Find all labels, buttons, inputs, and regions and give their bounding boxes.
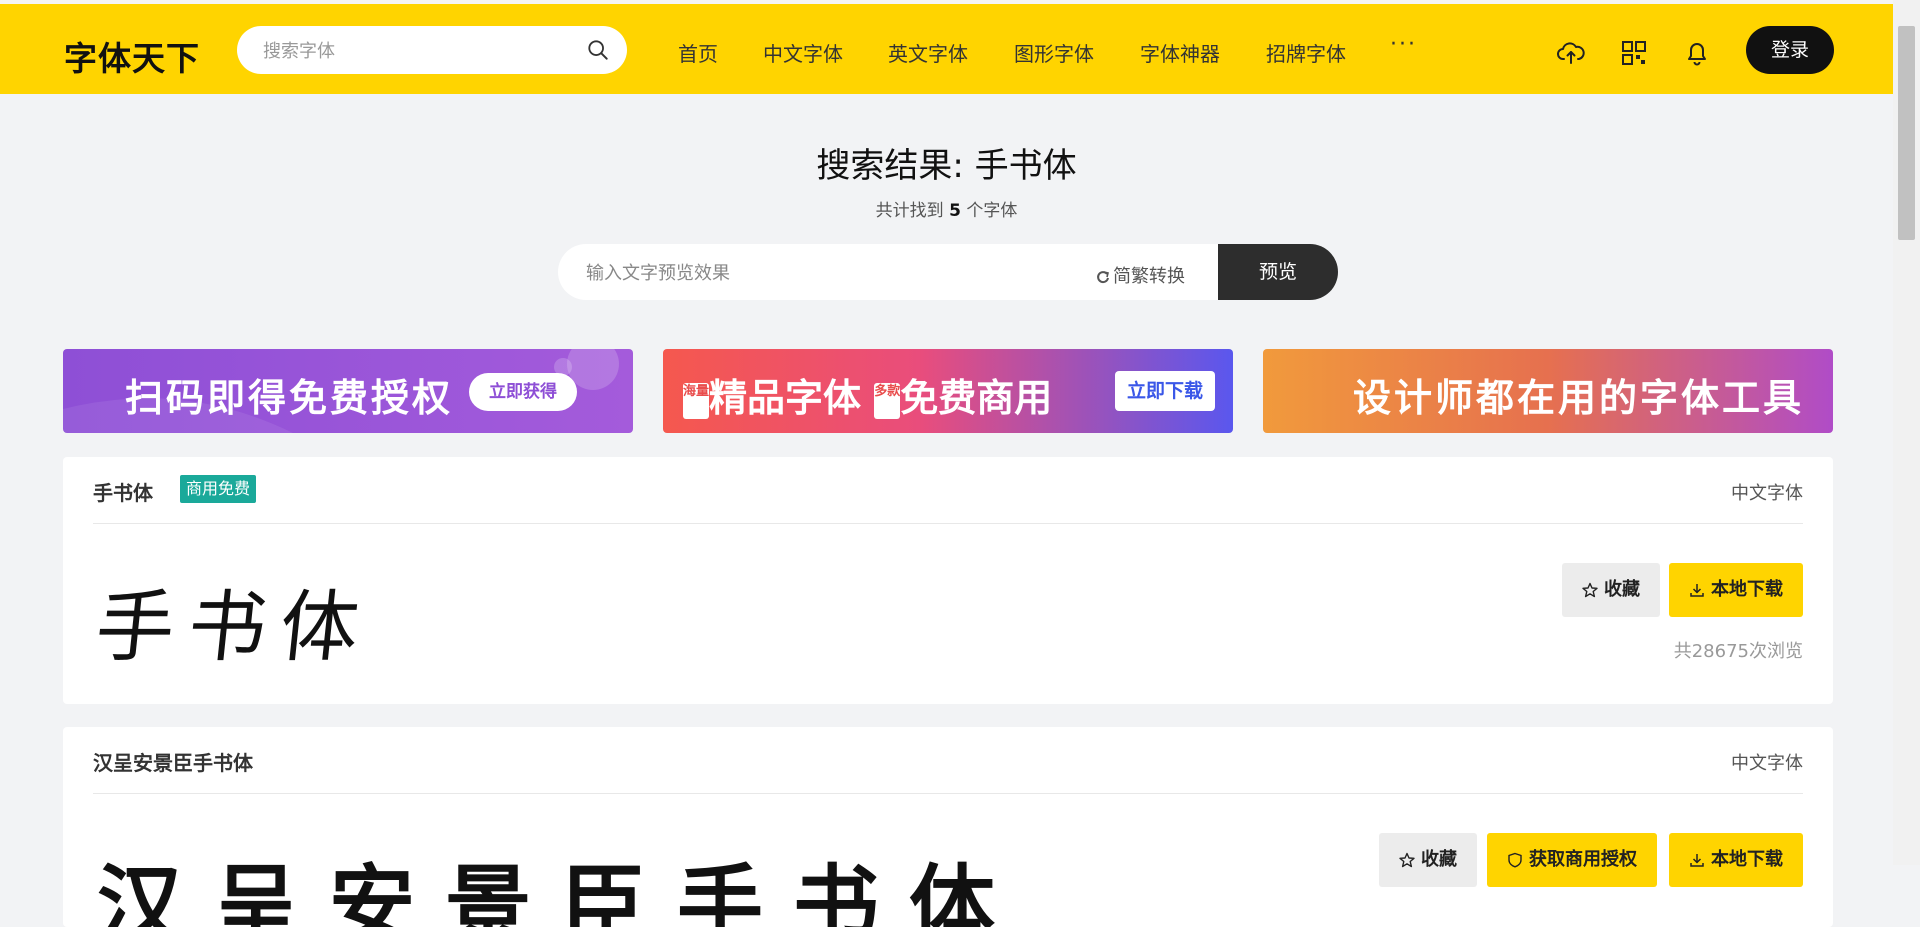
download-icon <box>1690 854 1704 867</box>
premium-fonts-label: 精品字体 <box>709 376 862 420</box>
nav-home[interactable]: 首页 <box>678 38 718 67</box>
count-suffix: 个字体 <box>966 201 1018 221</box>
nav-graphic-fonts[interactable]: 图形字体 <box>1014 38 1094 67</box>
get-commercial-license-button[interactable]: 获取商用授权 <box>1487 833 1657 887</box>
download-icon <box>1690 584 1704 597</box>
font-category[interactable]: 中文字体 <box>1731 479 1803 505</box>
license-label: 获取商用授权 <box>1529 849 1637 870</box>
free-commercial-label: 免费商用 <box>900 376 1053 420</box>
nav-font-tools[interactable]: 字体神器 <box>1140 38 1220 67</box>
banner-designer-tool[interactable]: 设计师都在用的字体工具 <box>1263 349 1833 433</box>
qrcode-icon[interactable] <box>1620 39 1648 67</box>
get-now-button[interactable]: 立即获得 <box>469 373 577 411</box>
font-category[interactable]: 中文字体 <box>1731 749 1803 775</box>
banner-free-license-text: 扫码即得免费授权 <box>125 376 454 420</box>
login-button[interactable]: 登录 <box>1746 26 1834 74</box>
search-input[interactable] <box>261 26 565 76</box>
font-card: 汉呈安景臣手书体 中文字体 汉呈安景臣手书体 收藏 获取商用授权 本地下载 <box>63 727 1833 927</box>
preview-text-input[interactable] <box>584 244 1088 300</box>
font-sample-preview[interactable]: 手书体 <box>91 565 379 677</box>
page-scrollbar[interactable] <box>1893 0 1920 865</box>
banner-premium-fonts[interactable]: 海量精品字体 多款免费商用 立即下载 <box>663 349 1233 433</box>
download-now-button[interactable]: 立即下载 <box>1115 371 1215 411</box>
count-prefix: 共计找到 <box>875 201 944 221</box>
local-download-button[interactable]: 本地下载 <box>1669 563 1803 617</box>
banner-designer-tool-text: 设计师都在用的字体工具 <box>1353 376 1805 420</box>
site-header: 字体天下 首页 中文字体 英文字体 图形字体 字体神器 招牌字体 ··· 登录 <box>0 4 1893 94</box>
more-menu-button[interactable]: ··· <box>1390 32 1417 57</box>
scrollbar-thumb[interactable] <box>1898 26 1915 240</box>
count-number: 5 <box>949 201 961 221</box>
card-divider <box>93 793 1803 794</box>
favorite-button[interactable]: 收藏 <box>1379 833 1477 887</box>
nav-english-fonts[interactable]: 英文字体 <box>888 38 968 67</box>
card-divider <box>93 523 1803 524</box>
preview-bar: 简繁转换 预览 <box>558 244 1338 300</box>
font-name[interactable]: 手书体 <box>93 477 153 506</box>
upload-cloud-icon[interactable] <box>1557 39 1585 67</box>
download-label: 本地下载 <box>1711 579 1783 600</box>
banner-free-license[interactable]: 扫码即得免费授权 立即获得 <box>63 349 633 433</box>
banner-premium-text: 海量精品字体 多款免费商用 <box>683 367 1052 422</box>
star-icon <box>1582 582 1598 598</box>
convert-label: 简繁转换 <box>1113 266 1185 287</box>
refresh-icon <box>1097 271 1109 284</box>
favorite-label: 收藏 <box>1421 849 1457 870</box>
commercial-free-badge: 商用免费 <box>180 475 257 503</box>
tag-multiple: 多款 <box>874 382 900 419</box>
shield-icon <box>1508 852 1522 868</box>
font-name[interactable]: 汉呈安景臣手书体 <box>93 747 253 776</box>
simplified-traditional-toggle[interactable]: 简繁转换 <box>1096 262 1185 288</box>
results-title: 搜索结果: 手书体 <box>816 146 1077 186</box>
search-icon[interactable] <box>587 39 609 61</box>
preview-button[interactable]: 预览 <box>1218 244 1338 300</box>
bell-icon[interactable] <box>1683 39 1711 67</box>
results-count: 共计找到 5 个字体 <box>0 196 1893 221</box>
local-download-button[interactable]: 本地下载 <box>1669 833 1803 887</box>
view-count: 共28675次浏览 <box>1673 641 1803 662</box>
download-label: 本地下载 <box>1711 849 1783 870</box>
font-sample-preview[interactable]: 汉呈安景臣手书体 <box>97 835 1025 927</box>
tag-massive: 海量 <box>683 382 709 419</box>
star-icon <box>1399 852 1415 868</box>
nav-chinese-fonts[interactable]: 中文字体 <box>763 38 843 67</box>
site-logo[interactable]: 字体天下 <box>64 32 200 80</box>
favorite-button[interactable]: 收藏 <box>1562 563 1660 617</box>
font-card: 手书体 商用免费 中文字体 手书体 收藏 本地下载 共28675次浏览 <box>63 457 1833 704</box>
favorite-label: 收藏 <box>1604 579 1640 600</box>
nav-signboard-fonts[interactable]: 招牌字体 <box>1266 38 1346 67</box>
search-box <box>237 26 627 76</box>
